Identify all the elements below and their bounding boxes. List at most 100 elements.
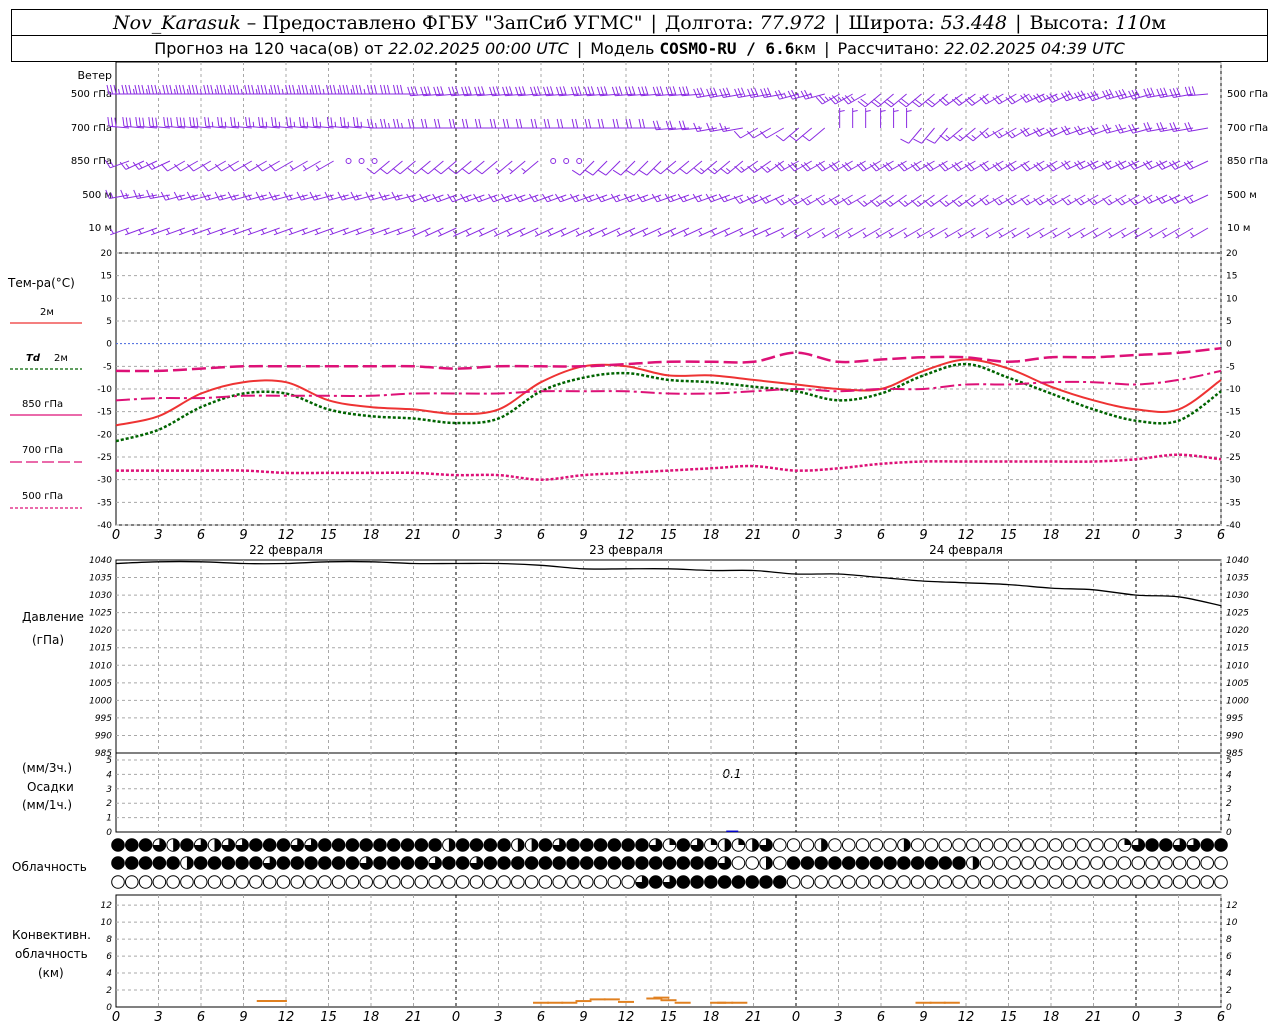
- pressure-ytick-left: 1035: [89, 574, 112, 584]
- conv-ytick-right: 4: [1226, 969, 1232, 979]
- cloud-symbol: [111, 838, 125, 852]
- wind-full-barb: [1108, 88, 1115, 98]
- cloud-symbol: [731, 838, 746, 852]
- cloud-symbol: [897, 875, 911, 889]
- wind-half-barb: [248, 229, 252, 234]
- wind-half-barb: [560, 196, 565, 201]
- conv-ytick-right: 8: [1226, 935, 1232, 945]
- cloud-symbol: [166, 875, 180, 889]
- cloud-fill-full: [153, 856, 166, 870]
- time-tick-top: 21: [745, 528, 762, 543]
- cloud-circle: [1131, 875, 1146, 889]
- cloud-symbol: [607, 875, 622, 889]
- cloud-symbol: [1200, 875, 1215, 889]
- cloud-symbol: [952, 838, 966, 852]
- pressure-ytick-left: 995: [95, 714, 112, 724]
- cloud-circle: [1076, 838, 1090, 852]
- cloud-symbol: [290, 875, 305, 889]
- cloud-fill-full: [704, 875, 718, 889]
- wind-full-barb: [1184, 122, 1189, 132]
- wind-full-barb: [1118, 89, 1124, 99]
- wind-barb: [227, 191, 252, 201]
- cloud-symbol: [345, 838, 360, 852]
- wind-full-barb: [560, 118, 564, 129]
- wind-half-barb: [207, 229, 211, 234]
- cloud-fill-full: [194, 856, 208, 870]
- wind-full-barb: [191, 84, 195, 95]
- cloud-symbol: [469, 838, 484, 852]
- wind-barb: [379, 160, 403, 175]
- cloud-symbol: [235, 838, 249, 852]
- cloud-symbol: [924, 856, 939, 870]
- wind-full-barb: [386, 84, 390, 95]
- wind-half-barb: [903, 232, 908, 237]
- wind-barb: [420, 160, 444, 175]
- time-tick-bottom: 6: [877, 1010, 885, 1024]
- wind-full-barb: [734, 88, 739, 98]
- cloud-fill-full: [649, 856, 663, 870]
- wind-barb: [870, 93, 894, 108]
- cloud-fill-full: [552, 856, 566, 870]
- wind-half-barb: [780, 199, 785, 204]
- cloud-symbol: [193, 856, 208, 870]
- wind-barb: [964, 194, 989, 207]
- wind-half-barb: [350, 88, 353, 95]
- wind-half-barb: [806, 232, 811, 237]
- wind-full-barb: [195, 84, 199, 95]
- wind-half-barb: [322, 88, 325, 95]
- wind-title: Ветер: [78, 69, 112, 82]
- cloud-circle: [952, 838, 966, 852]
- wind-half-barb: [118, 88, 120, 95]
- wind-barb: [474, 160, 498, 175]
- wind-half-barb: [1148, 197, 1153, 203]
- wind-half-barb: [629, 196, 633, 201]
- wind-full-barb: [584, 169, 594, 176]
- cloud-circle: [1117, 875, 1132, 889]
- wind-half-barb: [865, 110, 871, 112]
- cloud-symbol: [538, 875, 553, 889]
- wind-half-barb: [255, 88, 258, 95]
- cloud-symbol: [207, 875, 222, 889]
- cloud-fill-half: [448, 838, 456, 852]
- wind-full-barb: [217, 117, 220, 127]
- wind-shaft: [414, 160, 431, 175]
- wind-shaft: [633, 160, 649, 176]
- cloud-symbol: [235, 856, 249, 870]
- wind-full-barb: [452, 118, 456, 129]
- cloud-circle: [773, 856, 787, 870]
- cloud-symbol: [1090, 875, 1104, 889]
- cloud-symbol: [124, 875, 139, 889]
- cloud-circle: [511, 875, 525, 889]
- cloud-fill-quarter: [738, 838, 745, 845]
- cloud-symbol: [1034, 838, 1049, 852]
- cloud-symbol: [1021, 838, 1035, 852]
- cloud-symbol: [621, 875, 635, 889]
- cloud-fill-full: [111, 856, 125, 870]
- cloud-fill-full: [539, 856, 552, 870]
- cloud-fill-full: [676, 875, 690, 889]
- cloud-circle: [993, 838, 1008, 852]
- cloud-symbol: [1034, 875, 1049, 889]
- wind-half-barb: [958, 135, 964, 139]
- wind-full-barb: [216, 84, 220, 95]
- wind-half-barb: [289, 165, 294, 170]
- cloud-symbol: [180, 838, 194, 852]
- wind-full-barb: [473, 193, 479, 203]
- time-tick-bottom: 3: [494, 1010, 502, 1024]
- wind-full-barb: [379, 84, 383, 95]
- temp-ytick-left: -5: [103, 362, 112, 372]
- precip-ytick-left: 5: [106, 756, 112, 766]
- cloud-symbol: [924, 838, 939, 852]
- cloud-fill-half: [214, 838, 221, 852]
- wind-shaft: [620, 160, 636, 176]
- wind-half-barb: [508, 168, 513, 172]
- wind-full-barb: [373, 84, 377, 95]
- cloud-circle: [1007, 856, 1021, 870]
- wind-half-barb: [173, 88, 176, 95]
- cloud-symbol: [193, 875, 208, 889]
- cloud-symbol: [855, 838, 870, 852]
- wind-half-barb: [1080, 199, 1085, 204]
- cloud-symbol: [1145, 838, 1159, 852]
- wind-full-barb: [309, 191, 315, 201]
- cloud-circle: [1214, 875, 1228, 889]
